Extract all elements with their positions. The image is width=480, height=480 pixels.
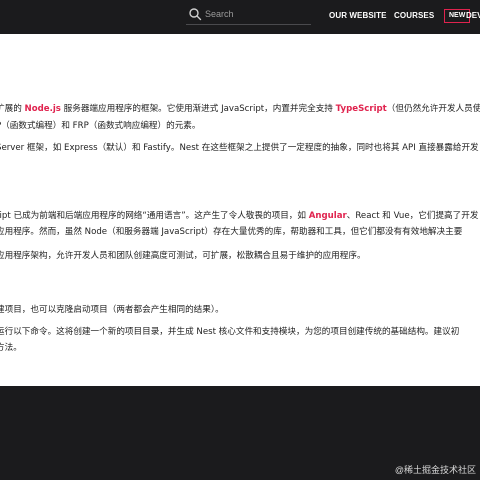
search-icon xyxy=(189,8,202,21)
paragraph-intro-line-2: P（函数式编程）和 FRP（函数式响应编程）的元素。 xyxy=(0,121,201,131)
documentation-content: 扩展的 Node.js 服务器端应用程序的框架。它使用渐进式 JavaScrip… xyxy=(0,34,480,386)
text: 扩展的 xyxy=(0,104,22,114)
typescript-link[interactable]: TypeScript xyxy=(336,104,387,114)
nav-courses[interactable]: COURSES xyxy=(394,11,434,20)
top-navigation-bar: OUR WEBSITE COURSES NEW DEV xyxy=(0,0,480,34)
watermark: @稀土掘金技术社区 xyxy=(394,465,476,475)
text: 、React 和 Vue，它们提高了开发 xyxy=(346,211,479,221)
paragraph-install-line: 建项目，也可以克隆启动项目（两者都会产生相同的结果）。 xyxy=(0,305,224,315)
page-footer: @稀土掘金技术社区 xyxy=(0,386,480,480)
paragraph-architecture-line: 应用程序架构，允许开发人员和团队创建高度可测试，可扩展，松散耦合且易于维护的应用… xyxy=(0,251,366,261)
text: （但仍然允许开发人员使 xyxy=(386,104,480,114)
search-input[interactable] xyxy=(205,6,305,22)
paragraph-philosophy-line-1: ript 已成为前端和后端应用程序的网络“通用语言”。这产生了令人敬畏的项目，如… xyxy=(0,210,478,222)
paragraph-philosophy-line-2: 应用程序。然而，虽然 Node（和服务器端 JavaScript）存在大量优秀的… xyxy=(0,227,463,237)
paragraph-intro-line-1: 扩展的 Node.js 服务器端应用程序的框架。它使用渐进式 JavaScrip… xyxy=(0,103,480,115)
paragraph-platform-line: Server 框架，如 Express（默认）和 Fastify。Nest 在这… xyxy=(0,143,479,153)
paragraph-cli-line-1: 运行以下命令。这将创建一个新的项目目录，并生成 Nest 核心文件和支持模块，为… xyxy=(0,327,460,337)
nav-dev-link[interactable]: DEV xyxy=(466,11,480,20)
search-box[interactable] xyxy=(186,4,311,25)
nav-our-website[interactable]: OUR WEBSITE xyxy=(329,11,387,20)
text: ript 已成为前端和后端应用程序的网络“通用语言”。这产生了令人敬畏的项目，如 xyxy=(0,211,309,221)
nodejs-link[interactable]: Node.js xyxy=(25,104,61,114)
text: 服务器端应用程序的框架。它使用渐进式 JavaScript，内置并完全支持 xyxy=(60,104,336,114)
angular-link[interactable]: Angular xyxy=(309,211,347,221)
paragraph-cli-line-2: 方法。 xyxy=(0,343,22,353)
